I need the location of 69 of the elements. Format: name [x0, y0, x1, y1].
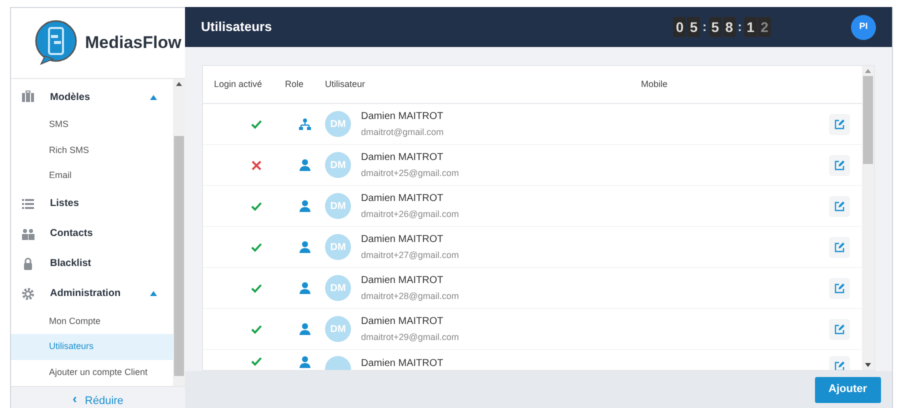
user-name: Damien MAITROT: [361, 192, 444, 206]
user-avatar: DM: [325, 234, 351, 260]
column-header: Mobile: [641, 78, 669, 91]
user-name: Damien MAITROT: [361, 232, 444, 247]
clock-digit: :: [701, 18, 708, 36]
user-email: dmaitrot+26@gmail.com: [361, 208, 460, 221]
user-email: dmaitrot+27@gmail.com: [361, 248, 460, 262]
submenu-item[interactable]: Mon Compte: [11, 308, 173, 334]
page-title: Utilisateurs: [201, 18, 272, 36]
clock-digit: 2: [758, 17, 771, 37]
menu-item[interactable]: Listes: [11, 188, 173, 218]
submenu-item[interactable]: SMS: [11, 112, 173, 138]
column-header: Utilisateur: [325, 78, 366, 91]
user-avatar: DM: [325, 111, 351, 137]
clock-digit: 5: [687, 17, 700, 37]
user-name: Damien MAITROT: [361, 274, 444, 288]
user-email: dmaitrot@gmail.com: [361, 126, 445, 139]
scrollbar[interactable]: [862, 66, 874, 370]
edit-icon: [834, 200, 845, 212]
column-header: Role: [285, 78, 305, 91]
edit-icon: [834, 242, 845, 252]
edit-icon: [834, 282, 845, 294]
user-name: Damien MAITROT: [361, 357, 444, 370]
user-avatar: DM: [325, 316, 351, 342]
user-name: Damien MAITROT: [361, 110, 444, 124]
user-avatar: DM: [325, 193, 351, 219]
app-name: MediasFlow: [85, 32, 182, 54]
briefcase-icon: [21, 90, 35, 104]
menu-item[interactable]: Modèles: [11, 82, 173, 112]
column-header: Login activé: [213, 78, 264, 91]
lock-icon: [21, 256, 35, 270]
user-email: dmaitrot+25@gmail.com: [361, 166, 460, 180]
edit-button[interactable]: [829, 278, 850, 298]
settings-icon: [21, 286, 35, 300]
clock-digit: 1: [744, 17, 757, 37]
edit-button[interactable]: [829, 236, 850, 258]
user-email: dmaitrot+29@gmail.com: [361, 330, 460, 344]
scroll-up-icon[interactable]: [176, 82, 182, 86]
clock-digit: 8: [722, 17, 736, 37]
logo-icon: [35, 20, 77, 66]
edit-button[interactable]: [829, 114, 850, 134]
user-name: Damien MAITROT: [361, 150, 444, 165]
menu-item[interactable]: Contacts: [11, 218, 173, 248]
clock-digit: 0: [673, 17, 686, 37]
scroll-thumb[interactable]: [174, 136, 184, 376]
add-button[interactable]: Ajouter: [814, 376, 881, 402]
list-icon: [21, 196, 35, 210]
edit-icon: [834, 324, 845, 334]
user-email: dmaitrot+28@gmail.com: [361, 290, 460, 303]
users-icon: [21, 226, 35, 240]
scrollbar[interactable]: [173, 79, 185, 386]
edit-button[interactable]: [829, 196, 850, 216]
user-avatar: DM: [325, 275, 351, 301]
edit-icon: [834, 361, 845, 370]
clock-digit: 5: [708, 17, 722, 37]
submenu-item[interactable]: Rich SMS: [11, 138, 173, 163]
menu-item[interactable]: Blacklist: [11, 248, 173, 278]
user-avatar: DM: [325, 152, 351, 178]
user-name: Damien MAITROT: [361, 314, 444, 329]
submenu-item[interactable]: Ajouter un compte Client: [11, 360, 173, 385]
edit-button[interactable]: [829, 318, 850, 340]
scroll-thumb[interactable]: [863, 76, 873, 164]
edit-button[interactable]: [829, 154, 850, 176]
edit-icon: [834, 118, 845, 130]
clock-digit: :: [736, 18, 743, 36]
submenu-item[interactable]: Email: [11, 163, 173, 188]
menu-item[interactable]: Administration: [11, 278, 173, 308]
edit-icon: [834, 160, 845, 170]
scroll-down-icon[interactable]: [865, 363, 871, 367]
